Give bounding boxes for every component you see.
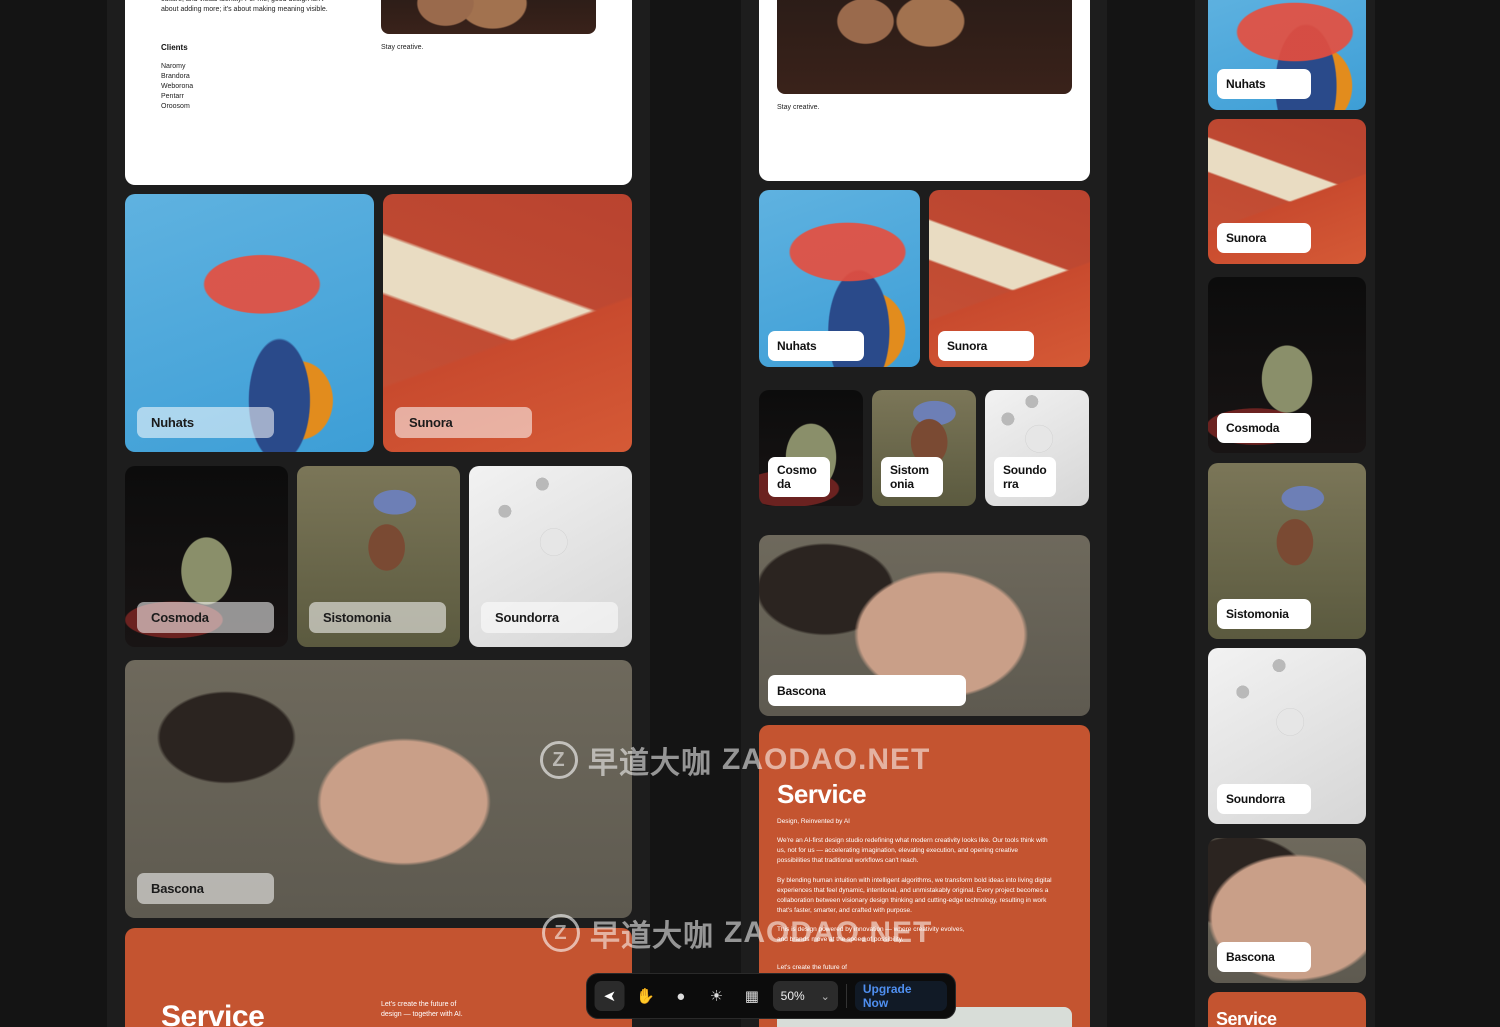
tile-label: Soundorra: [481, 602, 618, 633]
tile-nuhats[interactable]: Nuhats: [125, 194, 374, 452]
service-tagline: Let's create the future of design — toge…: [381, 1001, 463, 1018]
tile-cosmoda[interactable]: Cosmoda: [125, 466, 288, 647]
tile-soundorra[interactable]: Soundorra: [469, 466, 632, 647]
service-title: Service: [161, 1000, 265, 1027]
watermark-text-en: ZAODAO.NET: [724, 916, 933, 949]
intro-text: culture, and visual identity. For me, go…: [161, 0, 328, 13]
watermark: Z 早道大咖 ZAODAO.NET: [542, 911, 932, 955]
portrait-image: [381, 0, 596, 34]
service-paragraph: Let's create the future of: [777, 964, 847, 971]
tile-bascona[interactable]: Bascona: [759, 535, 1090, 716]
watermark: Z 早道大咖 ZAODAO.NET: [540, 738, 930, 782]
tile-sunora[interactable]: Sunora: [1208, 119, 1366, 264]
chevron-down-icon: ⌄: [820, 990, 830, 1003]
tile-soundorra[interactable]: Soundorra: [1208, 648, 1366, 824]
tile-label: Cosmoda: [1217, 413, 1311, 443]
tile-sistomonia[interactable]: Sistomonia: [297, 466, 460, 647]
client-item: Naromy: [161, 63, 186, 70]
watermark-logo-icon: Z: [540, 741, 578, 779]
client-item: Brandora: [161, 73, 190, 80]
tile-bascona[interactable]: Bascona: [1208, 838, 1366, 983]
tile-bascona[interactable]: Bascona: [125, 660, 632, 918]
client-item: Weborona: [161, 83, 194, 90]
tile-label: Sunora: [395, 407, 532, 438]
comment-icon[interactable]: ●: [666, 981, 696, 1011]
service-paragraph: We're an AI-first design studio redefini…: [777, 837, 1048, 864]
clients-heading: Clients: [161, 43, 188, 52]
service-title: Service: [777, 779, 867, 809]
portrait-image: [777, 0, 1072, 94]
stay-creative-text: Stay creative.: [777, 104, 820, 111]
client-item: Oroosom: [161, 103, 190, 110]
tile-label: Sistomonia: [309, 602, 446, 633]
tile-sistomonia[interactable]: Sistomonia: [1208, 463, 1366, 639]
tile-label: Nuhats: [768, 331, 864, 361]
tile-label: Bascona: [1217, 942, 1311, 972]
bottom-toolbar: ➤ ✋ ● ☀ ▦ 50% ⌄ Upgrade Now: [586, 973, 956, 1019]
watermark-logo-icon: Z: [542, 914, 580, 952]
service-title: Service: [1216, 1009, 1277, 1027]
tile-label: Soundorra: [1217, 784, 1311, 814]
tile-sistomonia[interactable]: Sistom onia: [872, 390, 976, 506]
zoom-value: 50%: [780, 989, 805, 1003]
tile-nuhats[interactable]: Nuhats: [759, 190, 920, 367]
service-paragraph: By blending human intuition with intelli…: [777, 877, 1052, 914]
clients-list: Naromy Brandora Weborona Pentarr Oroosom: [161, 62, 193, 112]
tile-sunora[interactable]: Sunora: [383, 194, 632, 452]
tile-label: Sistom onia: [881, 457, 943, 497]
tile-label: Soundo rra: [994, 457, 1056, 497]
service-subtitle: Design, Reinvented by AI: [777, 818, 850, 825]
tile-soundorra[interactable]: Soundo rra: [985, 390, 1089, 506]
tile-sunora[interactable]: Sunora: [929, 190, 1090, 367]
tile-label: Sunora: [938, 331, 1034, 361]
tile-label: Cosmoda: [137, 602, 274, 633]
tile-label: Nuhats: [137, 407, 274, 438]
tile-label: Sistomonia: [1217, 599, 1311, 629]
pointer-icon[interactable]: ➤: [595, 981, 625, 1011]
tile-label: Nuhats: [1217, 69, 1311, 99]
sun-icon[interactable]: ☀: [702, 981, 732, 1011]
watermark-text-cn: 早道大咖: [590, 920, 714, 953]
grid-icon[interactable]: ▦: [737, 981, 767, 1011]
right-service-card[interactable]: Service: [1208, 992, 1366, 1027]
canvas: culture, and visual identity. For me, go…: [0, 0, 1500, 1027]
watermark-text-cn: 早道大咖: [588, 747, 712, 780]
toolbar-divider: [845, 984, 847, 1008]
client-item: Pentarr: [161, 93, 184, 100]
tile-label: Bascona: [137, 873, 274, 904]
stay-creative-text: Stay creative.: [381, 44, 424, 51]
hand-icon[interactable]: ✋: [631, 981, 661, 1011]
tile-cosmoda[interactable]: Cosmo da: [759, 390, 863, 506]
left-about-card[interactable]: culture, and visual identity. For me, go…: [125, 0, 632, 185]
upgrade-now-button[interactable]: Upgrade Now: [854, 981, 947, 1011]
tile-cosmoda[interactable]: Cosmoda: [1208, 277, 1366, 453]
tile-label: Cosmo da: [768, 457, 830, 497]
watermark-text-en: ZAODAO.NET: [722, 743, 931, 776]
tile-nuhats[interactable]: Nuhats: [1208, 0, 1366, 110]
zoom-select[interactable]: 50% ⌄: [772, 981, 838, 1011]
tile-label: Sunora: [1217, 223, 1311, 253]
middle-about-card[interactable]: Stay creative.: [759, 0, 1090, 181]
tile-label: Bascona: [768, 675, 966, 706]
